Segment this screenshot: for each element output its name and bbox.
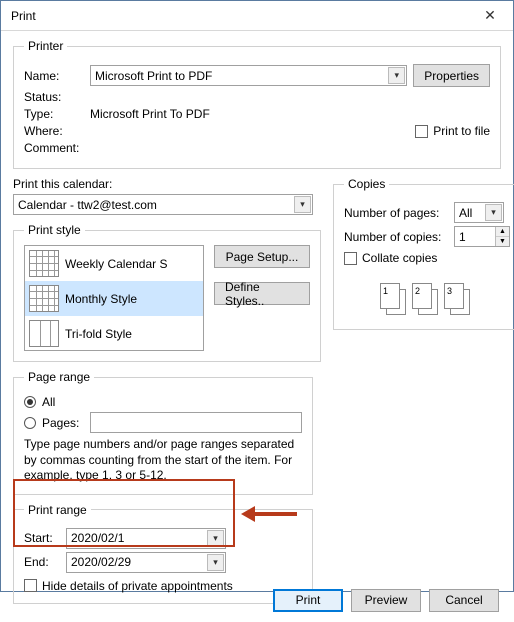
copies-legend: Copies: [344, 177, 389, 191]
page-setup-button[interactable]: Page Setup...: [214, 245, 310, 268]
collate-label: Collate copies: [362, 251, 437, 265]
preview-button[interactable]: Preview: [351, 589, 421, 612]
calendar-select[interactable]: Calendar - ttw2@test.com ▾: [13, 194, 313, 215]
end-date-value: 2020/02/29: [71, 555, 131, 569]
start-date-value: 2020/02/1: [71, 531, 124, 545]
page-range-pages-radio[interactable]: [24, 417, 36, 429]
collate-illustration: 1 1 2 2 3 3: [344, 283, 510, 319]
define-styles-button[interactable]: Define Styles..: [214, 282, 310, 305]
checkbox-icon: [344, 252, 357, 265]
chevron-down-icon: ▾: [294, 196, 311, 213]
style-item-trifold[interactable]: Tri-fold Style: [25, 316, 203, 351]
page-icon: 3: [444, 283, 464, 309]
spinner-down-icon[interactable]: ▼: [496, 237, 509, 246]
style-item-weekly[interactable]: Weekly Calendar S: [25, 246, 203, 281]
collate-checkbox[interactable]: Collate copies: [344, 251, 510, 265]
close-icon: ✕: [484, 7, 496, 24]
name-label: Name:: [24, 69, 84, 83]
arrow-left-icon: [241, 506, 255, 522]
calendar-value: Calendar - ttw2@test.com: [18, 198, 157, 212]
page-range-legend: Page range: [24, 370, 94, 384]
printer-group: Printer Name: Microsoft Print to PDF ▾ P…: [13, 39, 501, 169]
comment-label: Comment:: [24, 141, 84, 155]
titlebar: Print ✕: [1, 1, 513, 31]
pages-input[interactable]: [90, 412, 302, 433]
annotation-arrow: [241, 506, 297, 522]
cancel-button[interactable]: Cancel: [429, 589, 499, 612]
print-to-file-checkbox[interactable]: Print to file: [415, 124, 490, 138]
print-this-calendar-label: Print this calendar:: [13, 177, 321, 191]
page-range-group: Page range All Pages: Type page numbers …: [13, 370, 313, 495]
start-date-input[interactable]: 2020/02/1 ▾: [66, 528, 226, 549]
footer-buttons: Print Preview Cancel: [273, 589, 499, 612]
style-item-label: Weekly Calendar S: [65, 257, 168, 271]
hide-private-checkbox[interactable]: Hide details of private appointments: [24, 579, 302, 593]
style-item-label: Tri-fold Style: [65, 327, 132, 341]
status-label: Status:: [24, 90, 84, 104]
print-dialog: Print ✕ Printer Name: Microsoft Print to…: [0, 0, 514, 592]
chevron-down-icon: ▾: [207, 554, 224, 571]
num-pages-label: Number of pages:: [344, 206, 448, 220]
trifold-icon: [29, 320, 59, 347]
type-value: Microsoft Print To PDF: [90, 107, 210, 121]
where-label: Where:: [24, 124, 84, 138]
num-copies-label: Number of copies:: [344, 230, 448, 244]
calendar-icon: [29, 250, 59, 277]
checkbox-icon: [415, 125, 428, 138]
calendar-icon: [29, 285, 59, 312]
style-item-label: Monthly Style: [65, 292, 137, 306]
print-style-legend: Print style: [24, 223, 85, 237]
num-pages-select[interactable]: All ▾: [454, 202, 504, 223]
style-item-monthly[interactable]: Monthly Style: [25, 281, 203, 316]
chevron-down-icon: ▾: [485, 204, 502, 221]
properties-button[interactable]: Properties: [413, 64, 490, 87]
page-range-all-label: All: [42, 395, 55, 409]
page-range-help: Type page numbers and/or page ranges sep…: [24, 437, 302, 484]
printer-name-select[interactable]: Microsoft Print to PDF ▾: [90, 65, 407, 86]
print-style-group: Print style Weekly Calendar S: [13, 223, 321, 362]
page-icon: 1: [380, 283, 400, 309]
page-icon: 2: [412, 283, 432, 309]
printer-name-value: Microsoft Print to PDF: [95, 69, 212, 83]
type-label: Type:: [24, 107, 84, 121]
checkbox-icon: [24, 579, 37, 592]
chevron-down-icon: ▾: [388, 67, 405, 84]
spinner-up-icon[interactable]: ▲: [496, 227, 509, 237]
close-button[interactable]: ✕: [475, 4, 505, 28]
window-title: Print: [11, 9, 36, 23]
copies-group: Copies Number of pages: All ▾ Number of …: [333, 177, 514, 330]
page-range-pages-label: Pages:: [42, 416, 84, 430]
start-label: Start:: [24, 531, 60, 545]
style-listbox[interactable]: Weekly Calendar S Monthly Style: [24, 245, 204, 351]
print-range-legend: Print range: [24, 503, 91, 517]
num-copies-value: 1: [455, 227, 495, 246]
num-copies-spinner[interactable]: 1 ▲ ▼: [454, 226, 510, 247]
chevron-down-icon: ▾: [207, 530, 224, 547]
end-label: End:: [24, 555, 60, 569]
page-range-all-radio[interactable]: [24, 396, 36, 408]
printer-legend: Printer: [24, 39, 67, 53]
hide-private-label: Hide details of private appointments: [42, 579, 233, 593]
print-to-file-label: Print to file: [433, 124, 490, 138]
num-pages-value: All: [459, 206, 472, 220]
end-date-input[interactable]: 2020/02/29 ▾: [66, 552, 226, 573]
print-button[interactable]: Print: [273, 589, 343, 612]
